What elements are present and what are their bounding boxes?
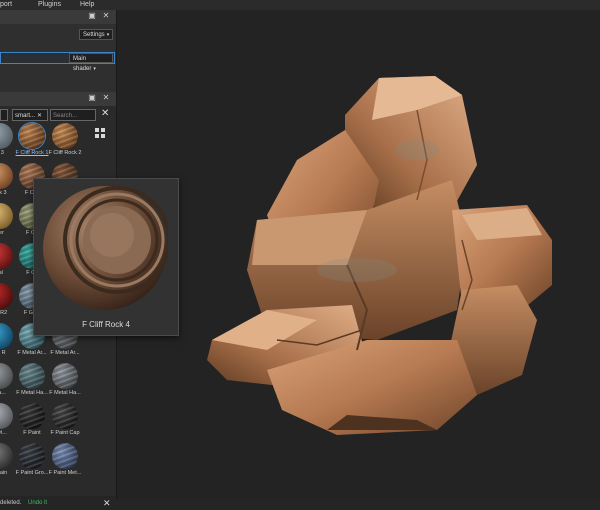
menu-export[interactable]: port — [0, 0, 12, 10]
shader-dropdown[interactable]: Main shader ▾ — [69, 53, 113, 72]
filter-chip[interactable]: smart... ✕ — [12, 109, 48, 121]
material-label: F Cliff Rock 1 — [15, 150, 49, 156]
close-icon[interactable]: ✕ — [102, 12, 110, 20]
material-sphere — [52, 123, 78, 149]
settings-label: Settings — [83, 32, 105, 38]
preview-sphere — [42, 185, 171, 311]
material-sphere — [0, 283, 13, 309]
filter-toggle[interactable] — [0, 109, 8, 121]
material-sphere — [0, 163, 13, 189]
material-sphere — [0, 443, 13, 469]
3d-viewport[interactable] — [117, 10, 600, 500]
material-thumbnail[interactable]: F Cliff Rock 2 — [48, 123, 82, 157]
settings-dropdown[interactable]: Settings ▾ — [79, 29, 113, 40]
material-sphere — [19, 363, 45, 389]
float-icon[interactable]: ▣ — [88, 94, 96, 102]
material-preview-popup: F Cliff Rock 4 — [33, 178, 179, 336]
undo-link[interactable]: Undo it — [28, 496, 47, 510]
grid-view-icon[interactable] — [95, 128, 105, 138]
material-thumbnail[interactable]: F Paint Gro... — [15, 443, 49, 477]
material-sphere — [0, 403, 13, 429]
status-bar: deleted. Undo it ✕ — [0, 496, 116, 510]
shader-label: Main shader — [73, 56, 92, 72]
menu-help[interactable]: Help — [80, 0, 94, 10]
material-label: F Paint Met... — [48, 470, 82, 476]
material-label: F Paint — [23, 430, 41, 436]
texture-set-header: ▣ ✕ — [0, 10, 116, 24]
material-sphere — [52, 403, 78, 429]
filter-chip-label: smart... — [15, 113, 36, 119]
material-sphere — [0, 323, 13, 349]
material-sphere — [19, 123, 45, 149]
material-label: F Metal Ha... — [16, 390, 48, 396]
close-icon[interactable]: ✕ — [102, 94, 110, 102]
material-sphere — [0, 203, 13, 229]
chevron-down-icon: ▾ — [106, 32, 110, 38]
shelf-header: ▣ ✕ — [0, 92, 116, 106]
status-text: deleted. — [0, 500, 22, 506]
clear-search-icon[interactable]: ✕ — [101, 108, 109, 119]
preview-label: F Cliff Rock 4 — [82, 320, 130, 329]
search-input[interactable]: Search... — [50, 109, 96, 121]
material-sphere — [19, 403, 45, 429]
material-thumbnail[interactable]: F Metal Ha... — [48, 363, 82, 397]
close-icon[interactable]: ✕ — [37, 113, 42, 119]
material-label: F Metal Ha... — [49, 390, 81, 396]
material-thumbnail[interactable]: F Paint Cap — [48, 403, 82, 437]
texture-set-row[interactable]: Main shader ▾ — [0, 52, 115, 72]
material-sphere — [0, 243, 13, 269]
material-thumbnail[interactable]: F Paint Met... — [48, 443, 82, 477]
close-icon[interactable]: ✕ — [103, 496, 111, 510]
material-sphere — [52, 443, 78, 469]
material-thumbnail[interactable]: F Paint — [15, 403, 49, 437]
material-label: F Metal Ar... — [50, 350, 80, 356]
material-label: F Paint Cap — [50, 430, 80, 436]
material-sphere — [52, 363, 78, 389]
material-label: F Metal Ar... — [17, 350, 47, 356]
material-label: F Paint Gro... — [15, 470, 49, 476]
menu-plugins[interactable]: Plugins — [38, 0, 61, 10]
menu-bar: port Plugins Help — [0, 0, 600, 10]
material-thumbnail[interactable]: F Metal Ha... — [15, 363, 49, 397]
float-icon[interactable]: ▣ — [88, 12, 96, 20]
material-sphere — [19, 443, 45, 469]
material-label: F Cliff Rock 2 — [48, 150, 82, 156]
material-sphere — [0, 123, 13, 149]
chevron-down-icon: ▾ — [93, 66, 96, 72]
rock-mesh — [207, 76, 552, 435]
material-thumbnail[interactable]: F Cliff Rock 1 — [15, 123, 49, 157]
material-sphere — [0, 363, 13, 389]
